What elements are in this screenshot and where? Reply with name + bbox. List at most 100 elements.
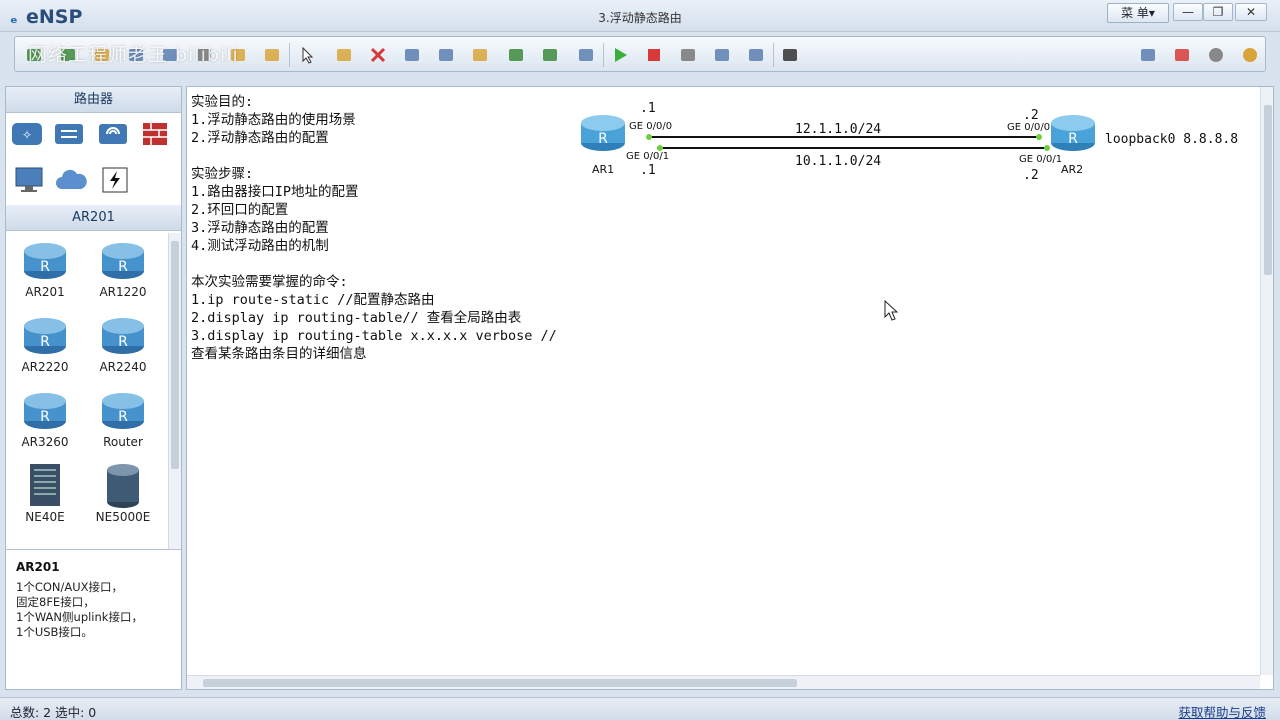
r2-loopback-label: loopback0 8.8.8.8 — [1105, 132, 1239, 147]
device-label: AR3260 — [21, 435, 69, 449]
device-label: NE5000E — [95, 510, 151, 524]
device-item[interactable]: R AR2240 — [88, 312, 158, 382]
device-item[interactable]: R Router — [88, 387, 158, 457]
router-icon: R — [24, 318, 66, 354]
switch-category-icon[interactable] — [52, 119, 86, 149]
topology-icon[interactable] — [711, 44, 733, 66]
chat-icon[interactable] — [1137, 44, 1159, 66]
open-icon[interactable] — [91, 44, 113, 66]
svg-text:R: R — [1068, 131, 1078, 147]
help-feedback-link[interactable]: 获取帮助与反馈 — [1178, 702, 1266, 720]
router-ar2-icon[interactable]: R — [1051, 115, 1095, 151]
mouse-cursor-icon — [884, 299, 899, 321]
router-ar1-icon[interactable]: R — [581, 115, 625, 151]
device-item[interactable]: NE5000E — [88, 462, 158, 532]
firewall-category-icon[interactable] — [138, 119, 172, 149]
category-header: 路由器 — [6, 87, 181, 113]
rectangle-icon[interactable] — [469, 44, 491, 66]
fit-icon[interactable] — [575, 44, 597, 66]
r1-addr-top: .1 — [640, 101, 656, 116]
canvas-horizontal-scrollbar[interactable] — [187, 675, 1260, 689]
device-item[interactable]: R AR1220 — [88, 237, 158, 307]
restore-button[interactable]: ❐ — [1203, 3, 1233, 21]
device-info-box: AR201 1个CON/AUX接口， 固定8FE接口， 1个WAN侧uplink… — [6, 549, 181, 689]
svg-text:R: R — [40, 259, 50, 275]
toolbar-separator — [289, 43, 290, 67]
r2-if-top: GE 0/0/0 — [1007, 122, 1051, 133]
select-icon[interactable] — [297, 44, 319, 66]
router-category-icon[interactable]: ✧ — [10, 119, 44, 149]
palette-icon[interactable] — [745, 44, 767, 66]
zoom-in-icon[interactable] — [505, 44, 527, 66]
cli-icon[interactable] — [779, 44, 801, 66]
print-icon[interactable] — [193, 44, 215, 66]
links-layer: R R — [581, 115, 1095, 321]
help-icon[interactable] — [1239, 44, 1261, 66]
router-icon: R — [102, 393, 144, 429]
save-icon[interactable] — [125, 44, 147, 66]
router-icon: R — [24, 243, 66, 279]
wireless-category-icon[interactable] — [96, 119, 130, 149]
minimize-button[interactable]: — — [1173, 3, 1203, 21]
device-label: AR1220 — [99, 285, 147, 299]
menu-button[interactable]: 菜 单▾ — [1107, 3, 1169, 23]
app-window: ₑ eNSP 3.浮动静态路由 菜 单▾ — ❐ ✕ 网络工程师老王 bilibi… — [0, 0, 1280, 720]
device-label: AR201 — [25, 285, 65, 299]
r2-name[interactable]: AR2 — [1061, 163, 1083, 176]
delete-icon[interactable] — [367, 44, 389, 66]
status-bar: 总数: 2 选中: 0 获取帮助与反馈 — [0, 697, 1280, 720]
device-panel: 路由器 ✧ AR201 R AR201 R AR1220 R AR2220 R AR2240 R… — [5, 86, 182, 690]
pan-hand-icon[interactable] — [333, 44, 355, 66]
capture-icon[interactable] — [677, 44, 699, 66]
r1-name[interactable]: AR1 — [592, 163, 614, 176]
delete-link-icon[interactable] — [401, 44, 423, 66]
pc-category-icon[interactable] — [12, 165, 46, 195]
huawei-icon[interactable] — [1171, 44, 1193, 66]
scrollbar-thumb[interactable] — [171, 241, 179, 469]
device-label: Router — [103, 435, 143, 449]
new-topology-icon[interactable] — [23, 44, 45, 66]
cluster-router-icon — [107, 464, 139, 508]
scrollbar-thumb[interactable] — [1264, 105, 1272, 275]
link-top-network: 12.1.1.0/24 — [795, 122, 882, 137]
close-button[interactable]: ✕ — [1235, 3, 1267, 21]
svg-text:R: R — [40, 409, 50, 425]
status-counts: 总数: 2 选中: 0 — [10, 705, 97, 720]
link-bottom-network: 10.1.1.0/24 — [795, 154, 882, 169]
cloud-category-icon[interactable] — [54, 165, 88, 195]
stop-device-icon[interactable] — [643, 44, 665, 66]
settings-icon[interactable] — [1205, 44, 1227, 66]
device-item[interactable]: R AR3260 — [10, 387, 80, 457]
r1-if-bottom: GE 0/0/1 — [626, 151, 670, 162]
save-as-icon[interactable] — [159, 44, 181, 66]
device-list-scrollbar[interactable] — [168, 233, 181, 549]
text-icon[interactable] — [435, 44, 457, 66]
new-topology-icon[interactable] — [57, 44, 79, 66]
info-line: 1个CON/AUX接口， — [16, 580, 124, 594]
r2-addr-bottom: .2 — [1023, 168, 1039, 183]
info-line: 1个WAN侧uplink接口， — [16, 610, 143, 624]
svg-text:R: R — [118, 259, 128, 275]
auto-link-category-icon[interactable] — [98, 165, 132, 195]
toolbar-separator — [773, 43, 774, 67]
device-item[interactable]: R AR2220 — [10, 312, 80, 382]
scrollbar-thumb[interactable] — [203, 679, 797, 687]
topology-canvas[interactable]: 实验目的: 1.浮动静态路由的使用场景 2.浮动静态路由的配置 实验步骤: 1.路由器接… — [186, 86, 1274, 690]
svg-text:R: R — [118, 409, 128, 425]
canvas-vertical-scrollbar[interactable] — [1260, 87, 1273, 675]
device-label: NE40E — [25, 510, 65, 524]
svg-text:R: R — [118, 334, 128, 350]
undo-icon[interactable] — [227, 44, 249, 66]
device-label: AR2220 — [21, 360, 69, 374]
toolbar-separator — [603, 43, 604, 67]
zoom-out-icon[interactable] — [539, 44, 561, 66]
chassis-router-icon — [30, 464, 60, 506]
r2-if-bottom: GE 0/0/1 — [1019, 154, 1063, 165]
r2-addr-top: .2 — [1023, 108, 1039, 123]
device-item[interactable]: R AR201 — [10, 237, 80, 307]
start-device-icon[interactable] — [609, 44, 631, 66]
device-item[interactable]: NE40E — [10, 462, 80, 532]
redo-icon[interactable] — [261, 44, 283, 66]
router-icon: R — [24, 393, 66, 429]
port-status-icon — [1036, 134, 1042, 140]
